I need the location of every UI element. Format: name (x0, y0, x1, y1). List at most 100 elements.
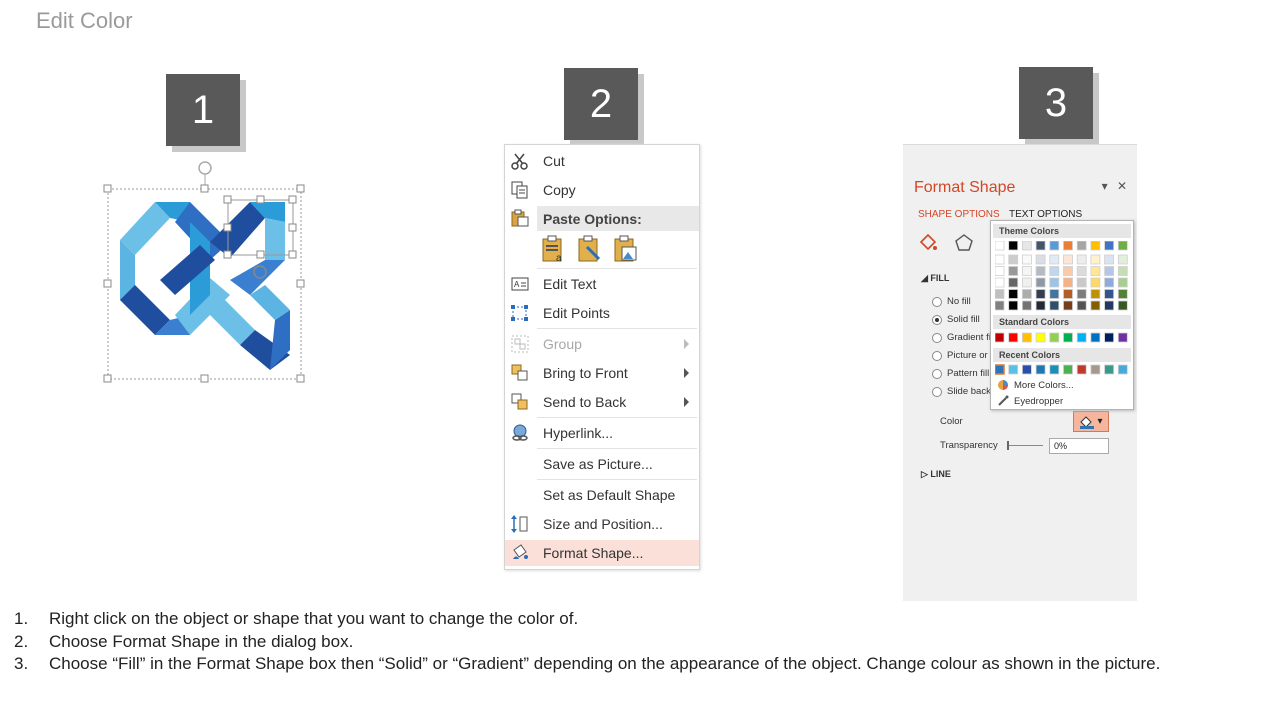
theme-shade-swatch[interactable] (1008, 300, 1019, 311)
theme-shade-swatch[interactable] (1063, 300, 1073, 311)
standard-color-swatch[interactable] (1063, 332, 1073, 343)
fill-color-dropdown[interactable]: ▾ (1073, 411, 1109, 432)
theme-color-swatch[interactable] (1021, 241, 1032, 251)
tab-shape-options[interactable]: SHAPE OPTIONS (918, 209, 1000, 220)
selected-shape[interactable] (100, 160, 310, 385)
theme-shade-swatch[interactable] (1090, 300, 1101, 311)
theme-shade-swatch[interactable] (1104, 254, 1114, 265)
recent-color-swatch[interactable] (1049, 364, 1060, 375)
radio-button[interactable] (932, 296, 942, 307)
menu-item-set-default-shape[interactable]: Set as Default Shape (505, 482, 699, 508)
recent-color-swatch[interactable] (1104, 364, 1114, 375)
theme-shade-swatch[interactable] (1076, 254, 1087, 265)
theme-shade-swatch[interactable] (995, 289, 1005, 299)
menu-item-edit-points[interactable]: Edit Points (505, 300, 699, 326)
theme-shade-swatch[interactable] (1049, 266, 1060, 276)
theme-shade-swatch[interactable] (1104, 266, 1114, 276)
theme-shade-swatch[interactable] (1021, 289, 1032, 299)
theme-color-swatch[interactable] (1035, 241, 1046, 251)
theme-shade-swatch[interactable] (1117, 300, 1128, 311)
theme-shade-swatch[interactable] (1076, 289, 1087, 299)
theme-shade-swatch[interactable] (1008, 254, 1019, 265)
menu-item-send-to-back[interactable]: Send to Back (505, 389, 699, 415)
theme-shade-swatch[interactable] (1035, 266, 1046, 276)
theme-shade-swatch[interactable] (1117, 266, 1128, 276)
line-section-header[interactable]: ▷ LINE (921, 469, 951, 480)
recent-color-swatch[interactable] (1090, 364, 1101, 375)
radio-button[interactable] (932, 368, 942, 379)
radio-button-selected[interactable] (932, 314, 942, 325)
theme-color-swatch[interactable] (1117, 241, 1128, 251)
theme-color-grid[interactable] (995, 241, 1133, 313)
menu-item-edit-text[interactable]: A Edit Text (505, 271, 699, 297)
theme-shade-swatch[interactable] (1049, 300, 1060, 311)
paste-as-picture-icon[interactable] (613, 235, 639, 263)
recent-color-swatch[interactable] (1008, 364, 1019, 375)
paste-use-destination-icon[interactable] (577, 235, 603, 263)
fill-option-pattern-fill[interactable]: Pattern fill (932, 368, 989, 379)
theme-shade-swatch[interactable] (1090, 277, 1101, 288)
standard-color-swatch[interactable] (1104, 332, 1114, 343)
theme-shade-swatch[interactable] (995, 277, 1005, 288)
eyedropper-link[interactable]: Eyedropper (997, 395, 1063, 407)
theme-shade-swatch[interactable] (1035, 289, 1046, 299)
theme-shade-swatch[interactable] (1063, 277, 1073, 288)
theme-shade-swatch[interactable] (1049, 254, 1060, 265)
fill-option-solid-fill[interactable]: Solid fill (932, 314, 980, 325)
theme-shade-swatch[interactable] (1063, 266, 1073, 276)
transparency-slider[interactable] (1007, 445, 1043, 446)
theme-shade-swatch[interactable] (1104, 289, 1114, 299)
radio-button[interactable] (932, 386, 942, 397)
theme-shade-swatch[interactable] (1076, 277, 1087, 288)
theme-shade-swatch[interactable] (1090, 289, 1101, 299)
theme-shade-swatch[interactable] (1117, 277, 1128, 288)
theme-shade-swatch[interactable] (1021, 300, 1032, 311)
standard-color-swatch[interactable] (995, 332, 1005, 343)
transparency-input[interactable]: 0% (1049, 438, 1109, 454)
theme-shade-swatch[interactable] (995, 266, 1005, 276)
theme-shade-swatch[interactable] (1090, 266, 1101, 276)
theme-shade-swatch[interactable] (1063, 289, 1073, 299)
recent-color-swatch[interactable] (1021, 364, 1032, 375)
pane-options-arrow-icon[interactable]: ▾ (1102, 179, 1108, 193)
menu-item-size-position[interactable]: Size and Position... (505, 511, 699, 537)
effects-icon[interactable] (954, 233, 974, 253)
menu-item-format-shape[interactable]: Format Shape... (505, 540, 699, 566)
theme-shade-swatch[interactable] (1035, 254, 1046, 265)
theme-shade-swatch[interactable] (1021, 266, 1032, 276)
theme-color-swatch[interactable] (1076, 241, 1087, 251)
menu-item-copy[interactable]: Copy (505, 177, 699, 203)
theme-color-swatch[interactable] (995, 241, 1005, 251)
standard-color-swatch[interactable] (1021, 332, 1032, 343)
theme-shade-swatch[interactable] (1076, 300, 1087, 311)
theme-shade-swatch[interactable] (1104, 277, 1114, 288)
recent-color-row[interactable] (995, 364, 1133, 376)
paste-keep-source-icon[interactable]: a (541, 235, 567, 263)
fill-option-no-fill[interactable]: No fill (932, 296, 971, 307)
radio-button[interactable] (932, 350, 942, 361)
theme-color-swatch[interactable] (1063, 241, 1073, 251)
standard-color-swatch[interactable] (1076, 332, 1087, 343)
theme-shade-swatch[interactable] (1008, 266, 1019, 276)
standard-color-swatch[interactable] (1008, 332, 1019, 343)
theme-shade-swatch[interactable] (1008, 277, 1019, 288)
theme-shade-swatch[interactable] (1090, 254, 1101, 265)
menu-item-group[interactable]: Group (505, 331, 699, 357)
standard-color-swatch[interactable] (1090, 332, 1101, 343)
standard-color-swatch[interactable] (1117, 332, 1128, 343)
theme-shade-swatch[interactable] (1049, 277, 1060, 288)
theme-shade-swatch[interactable] (1049, 289, 1060, 299)
theme-shade-swatch[interactable] (1117, 289, 1128, 299)
theme-color-swatch[interactable] (1090, 241, 1101, 251)
tab-text-options[interactable]: TEXT OPTIONS (1009, 209, 1082, 220)
recent-color-swatch[interactable] (1035, 364, 1046, 375)
theme-shade-swatch[interactable] (1076, 266, 1087, 276)
fill-option-gradient-fill[interactable]: Gradient fill (932, 332, 995, 343)
menu-item-cut[interactable]: Cut (505, 148, 699, 174)
fill-section-header[interactable]: ◢ FILL (921, 273, 949, 284)
theme-shade-swatch[interactable] (995, 254, 1005, 265)
recent-color-swatch[interactable] (1076, 364, 1087, 375)
fill-line-icon[interactable] (918, 233, 938, 253)
theme-shade-swatch[interactable] (1008, 289, 1019, 299)
theme-shade-swatch[interactable] (1035, 277, 1046, 288)
